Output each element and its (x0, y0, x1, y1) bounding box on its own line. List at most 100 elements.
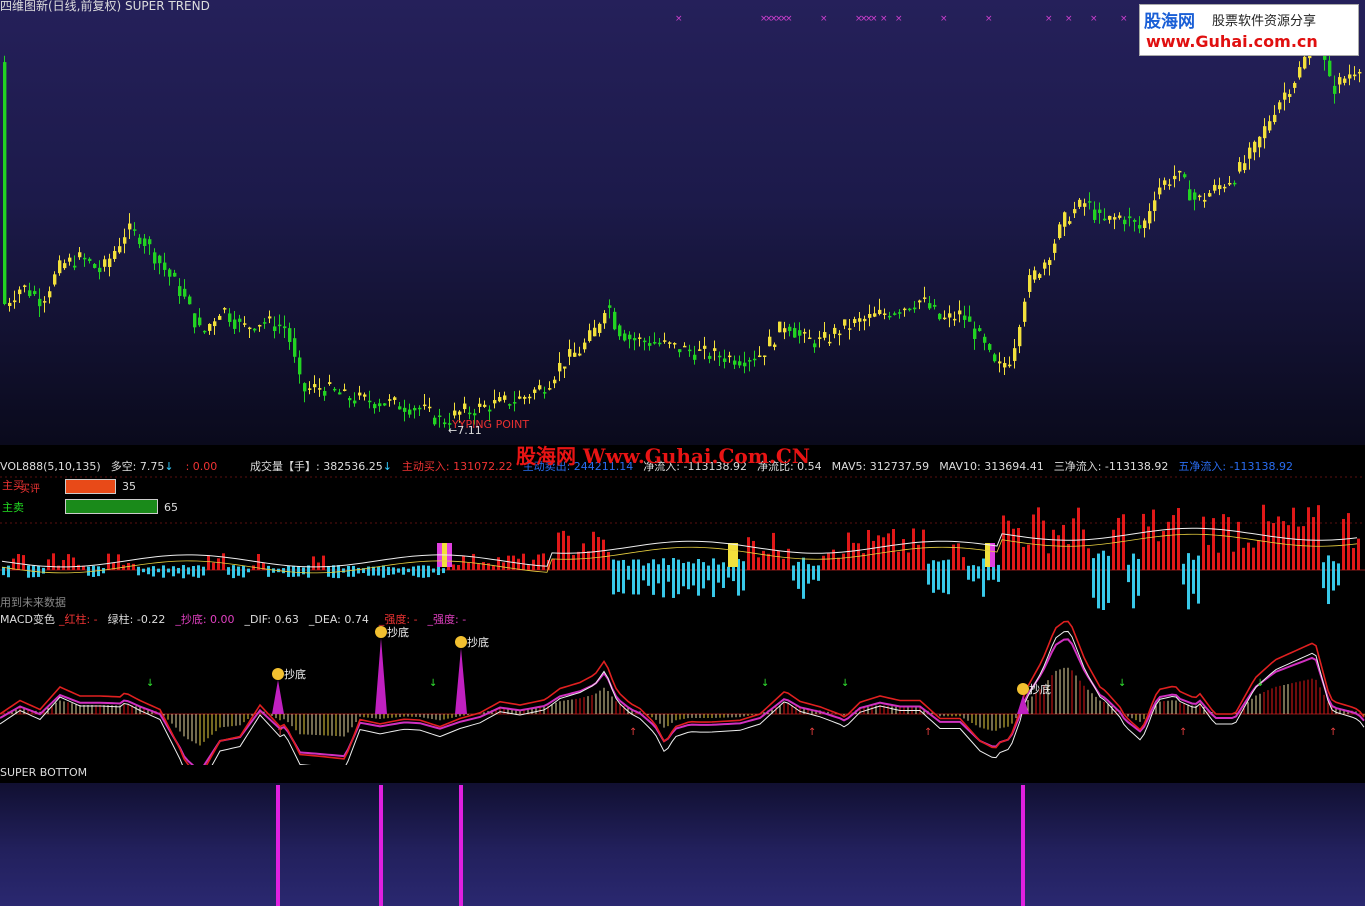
volume-bar (1222, 514, 1225, 570)
candle-body (328, 382, 332, 385)
volume-bar (1267, 521, 1270, 570)
volume-bar (602, 539, 605, 570)
arrow-down-icon: ↓ (1118, 678, 1126, 689)
candle-body (1068, 221, 1072, 224)
candle-body (1158, 187, 1162, 195)
macd-red-col: _红柱: - (58, 613, 98, 626)
candle-body (648, 343, 652, 346)
macd-dif: _DIF: 0.63 (244, 613, 299, 626)
candle-body (813, 343, 817, 348)
candle-body (633, 338, 637, 341)
candle-body (283, 326, 287, 329)
candle-body (738, 361, 742, 366)
candle-body (773, 344, 777, 347)
macd-chart[interactable]: 抄底抄底抄底抄底↓↑↓↑↓↑↓↑↓↑↓↑ (0, 610, 1365, 765)
candle-body (718, 355, 722, 358)
volume-bar (632, 559, 635, 595)
candle-body (1193, 192, 1197, 200)
vol-sanjing: 三净流入: -113138.92 (1053, 460, 1169, 473)
candle-body (318, 388, 322, 390)
super-bottom-panel[interactable]: SUPER BOTTOM (0, 765, 1365, 906)
volume-bar (477, 563, 480, 570)
macd-strength1: _强度: - (378, 613, 418, 626)
candle-body (208, 323, 212, 331)
volume-bar (2, 566, 5, 576)
candle-body (1008, 364, 1012, 367)
volume-bar (1262, 504, 1265, 570)
candle-body (1168, 184, 1172, 186)
volume-bar (1212, 518, 1215, 570)
volume-bar (982, 558, 985, 597)
volume-bar (17, 554, 20, 570)
candle-body (948, 313, 952, 318)
candle-body (1233, 182, 1237, 185)
volume-bar (992, 565, 995, 580)
volume-bar (907, 552, 910, 570)
candle-body (483, 404, 487, 407)
volume-bar (722, 562, 725, 588)
logo-url: www.Guhai.com.cn (1146, 32, 1318, 51)
candle-body (548, 388, 552, 390)
price-panel[interactable]: ××××××××××××××××××××× 四维图新(日线,前复权) SUPER… (0, 0, 1365, 445)
super-bottom-chart[interactable] (0, 765, 1365, 906)
candle-body (1018, 327, 1022, 347)
volume-bar (1302, 526, 1305, 570)
candle-body (243, 323, 247, 325)
volume-bar (1157, 541, 1160, 570)
volume-bar (562, 530, 565, 570)
site-logo: 股海网 股票软件资源分享 www.Guhai.com.cn (1139, 4, 1359, 56)
volume-bar (52, 553, 55, 570)
signal-bar (985, 543, 990, 567)
volume-bar (1187, 553, 1190, 610)
candle-body (393, 397, 397, 400)
candle-body (168, 269, 172, 277)
candle-body (818, 337, 822, 339)
volume-bar (212, 562, 215, 570)
candle-body (918, 300, 922, 303)
candle-body (268, 316, 272, 319)
volume-bar (167, 568, 170, 573)
candle-body (1063, 212, 1067, 227)
candle-body (748, 360, 752, 362)
candle-body (1278, 102, 1282, 110)
candle-body (1303, 56, 1307, 69)
candle-body (1298, 67, 1302, 78)
candle-body (358, 392, 362, 396)
candle-body (1273, 114, 1277, 123)
sell-value: 65 (164, 501, 178, 514)
candle-body (1148, 211, 1152, 224)
macd-panel[interactable]: 抄底 抄底 抄底 抄底 ↓ ↑ ↓ ↑ ↓ ↑ ↓ ↑ ↓ ↑ ↓ ↑ MACD变色 _红柱: - 绿柱: -0.… (0, 610, 1365, 765)
vol-zhudong-buy: 主动买入: 131072.22 (401, 460, 513, 473)
candle-body (623, 333, 627, 341)
volume-bar (352, 565, 355, 577)
candle-body (363, 394, 367, 397)
candle-body (618, 325, 622, 337)
volume-bar (1107, 555, 1110, 603)
dif-line (0, 620, 1365, 765)
candlestick-chart[interactable]: ××××××××××××××××××××× (0, 0, 1365, 445)
candle-body (238, 318, 242, 322)
candle-body (1088, 201, 1092, 203)
candle-body (593, 327, 597, 337)
candle-body (823, 332, 827, 338)
candle-body (1118, 215, 1122, 218)
volume-bar (827, 553, 830, 570)
volume-panel[interactable]: VOL888(5,10,135) 多空: 7.75↓: 0.00 成交量【手】: … (0, 445, 1365, 610)
candle-body (418, 407, 422, 410)
volume-bar (297, 566, 300, 577)
volume-bar (947, 559, 950, 595)
volume-bar (347, 565, 350, 577)
volume-bar (1132, 553, 1135, 609)
candle-body (143, 238, 147, 246)
volume-bar (1102, 550, 1105, 610)
candle-body (93, 264, 97, 268)
candle-body (1328, 60, 1332, 77)
candle-body (148, 239, 152, 245)
candle-body (368, 400, 372, 403)
candle-body (8, 302, 12, 307)
candle-body (578, 353, 582, 356)
volume-bar (557, 532, 560, 570)
candle-body (763, 355, 767, 357)
volume-bar (1097, 553, 1100, 609)
candle-body (893, 313, 897, 315)
